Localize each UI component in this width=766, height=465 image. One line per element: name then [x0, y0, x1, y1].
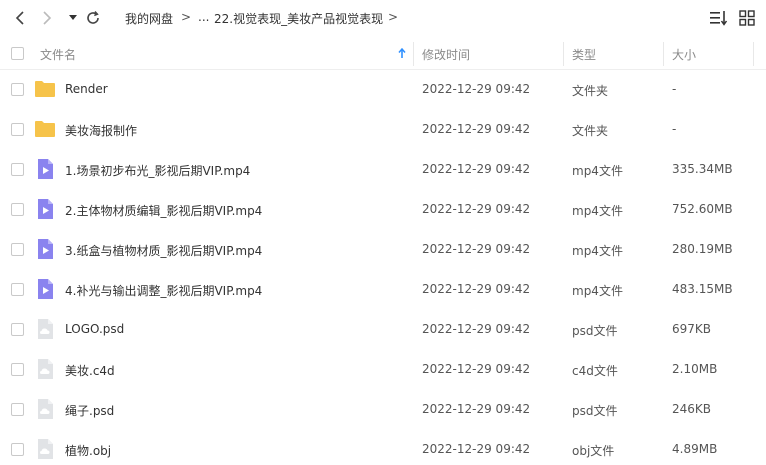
file-modified-time: 2022-12-29 09:42 [422, 282, 531, 296]
history-dropdown-button[interactable] [64, 9, 82, 27]
file-name[interactable]: 3.纸盒与植物材质_影视后期VIP.mp4 [65, 242, 262, 259]
caret-down-icon [69, 15, 77, 20]
row-checkbox[interactable] [11, 283, 24, 296]
back-button[interactable] [11, 9, 29, 27]
file-name[interactable]: Render [65, 82, 108, 96]
grid-view-button[interactable] [739, 10, 757, 26]
file-size: 2.10MB [672, 362, 718, 376]
row-checkbox[interactable] [11, 123, 24, 136]
file-size: 246KB [672, 402, 712, 416]
sort-button[interactable] [710, 10, 728, 26]
breadcrumb-separator: > [388, 10, 399, 24]
file-list-header: 文件名 修改时间 类型 大小 [0, 38, 766, 70]
column-divider[interactable] [663, 42, 664, 66]
file-modified-time: 2022-12-29 09:42 [422, 122, 531, 136]
file-size: 752.60MB [672, 202, 733, 216]
file-modified-time: 2022-12-29 09:42 [422, 82, 531, 96]
row-checkbox[interactable] [11, 243, 24, 256]
file-type: psd文件 [572, 404, 618, 418]
toolbar: 我的网盘 > ... 22.视觉表现_美妆产品视觉表现 > [0, 0, 766, 36]
chevron-right-icon [43, 11, 52, 25]
row-checkbox[interactable] [11, 363, 24, 376]
table-row[interactable]: 美妆.c4d 2022-12-29 09:42 c4d文件 2.10MB [0, 350, 766, 390]
file-size: 280.19MB [672, 242, 733, 256]
file-type: 文件夹 [572, 84, 609, 98]
file-modified-time: 2022-12-29 09:42 [422, 362, 531, 376]
cloud-file-icon [34, 438, 56, 460]
row-checkbox[interactable] [11, 443, 24, 456]
row-checkbox[interactable] [11, 163, 24, 176]
table-row[interactable]: 1.场景初步布光_影视后期VIP.mp4 2022-12-29 09:42 mp4文… [0, 150, 766, 190]
folder-icon [34, 78, 56, 100]
row-checkbox[interactable] [11, 403, 24, 416]
grid-view-icon [739, 10, 755, 26]
file-name[interactable]: 植物.obj [65, 442, 111, 459]
forward-button[interactable] [38, 9, 56, 27]
table-row[interactable]: 2.主体物材质编辑_影视后期VIP.mp4 2022-12-29 09:42 mp4… [0, 190, 766, 230]
file-name[interactable]: 2.主体物材质编辑_影视后期VIP.mp4 [65, 202, 262, 219]
sort-ascending-icon[interactable] [398, 48, 406, 59]
cloud-file-icon [34, 318, 56, 340]
file-name[interactable]: 1.场景初步布光_影视后期VIP.mp4 [65, 162, 250, 179]
file-type: 文件夹 [572, 124, 609, 138]
column-divider[interactable] [753, 42, 754, 66]
file-name[interactable]: 美妆海报制作 [65, 122, 137, 139]
chevron-left-icon [15, 11, 24, 25]
file-name[interactable]: 美妆.c4d [65, 362, 115, 379]
video-file-icon [34, 158, 56, 180]
video-file-icon [34, 278, 56, 300]
file-modified-time: 2022-12-29 09:42 [422, 402, 531, 416]
file-size: 4.89MB [672, 442, 718, 456]
refresh-icon [87, 11, 99, 24]
cloud-file-icon [34, 398, 56, 420]
row-checkbox[interactable] [11, 203, 24, 216]
folder-icon [34, 118, 56, 140]
breadcrumb-current[interactable]: 22.视觉表现_美妆产品视觉表现 [214, 10, 383, 27]
file-size: - [672, 82, 677, 96]
file-type: mp4文件 [572, 204, 623, 218]
column-header-name[interactable]: 文件名 [40, 46, 76, 63]
select-all-checkbox[interactable] [11, 47, 24, 60]
file-type: mp4文件 [572, 164, 623, 178]
file-type: mp4文件 [572, 244, 623, 258]
row-checkbox[interactable] [11, 83, 24, 96]
sort-list-icon [710, 11, 728, 26]
breadcrumb-separator: > [181, 10, 192, 24]
column-divider[interactable] [413, 42, 414, 66]
table-row[interactable]: LOGO.psd 2022-12-29 09:42 psd文件 697KB [0, 310, 766, 350]
file-size: 335.34MB [672, 162, 733, 176]
table-row[interactable]: 4.补光与输出调整_影视后期VIP.mp4 2022-12-29 09:42 mp4… [0, 270, 766, 310]
file-name[interactable]: LOGO.psd [65, 322, 124, 336]
file-modified-time: 2022-12-29 09:42 [422, 202, 531, 216]
file-size: - [672, 122, 677, 136]
file-modified-time: 2022-12-29 09:42 [422, 162, 531, 176]
table-row[interactable]: 3.纸盒与植物材质_影视后期VIP.mp4 2022-12-29 09:42 mp4… [0, 230, 766, 270]
column-header-modified[interactable]: 修改时间 [422, 46, 470, 63]
file-type: psd文件 [572, 324, 618, 338]
file-type: obj文件 [572, 444, 615, 458]
column-header-size[interactable]: 大小 [672, 46, 696, 63]
breadcrumb-ellipsis[interactable]: ... [198, 10, 209, 24]
column-divider[interactable] [563, 42, 564, 66]
file-modified-time: 2022-12-29 09:42 [422, 322, 531, 336]
table-row[interactable]: 美妆海报制作 2022-12-29 09:42 文件夹 - [0, 110, 766, 150]
breadcrumb-root[interactable]: 我的网盘 [125, 10, 173, 27]
file-name[interactable]: 绳子.psd [65, 402, 114, 419]
file-size: 483.15MB [672, 282, 733, 296]
cloud-file-icon [34, 358, 56, 380]
file-modified-time: 2022-12-29 09:42 [422, 442, 531, 456]
file-modified-time: 2022-12-29 09:42 [422, 242, 531, 256]
file-name[interactable]: 4.补光与输出调整_影视后期VIP.mp4 [65, 282, 262, 299]
table-row[interactable]: 绳子.psd 2022-12-29 09:42 psd文件 246KB [0, 390, 766, 430]
table-row[interactable]: 植物.obj 2022-12-29 09:42 obj文件 4.89MB [0, 430, 766, 465]
column-header-type[interactable]: 类型 [572, 46, 596, 63]
file-type: c4d文件 [572, 364, 618, 378]
file-type: mp4文件 [572, 284, 623, 298]
video-file-icon [34, 198, 56, 220]
row-checkbox[interactable] [11, 323, 24, 336]
refresh-button[interactable] [84, 9, 102, 27]
video-file-icon [34, 238, 56, 260]
table-row[interactable]: Render 2022-12-29 09:42 文件夹 - [0, 70, 766, 110]
file-size: 697KB [672, 322, 712, 336]
